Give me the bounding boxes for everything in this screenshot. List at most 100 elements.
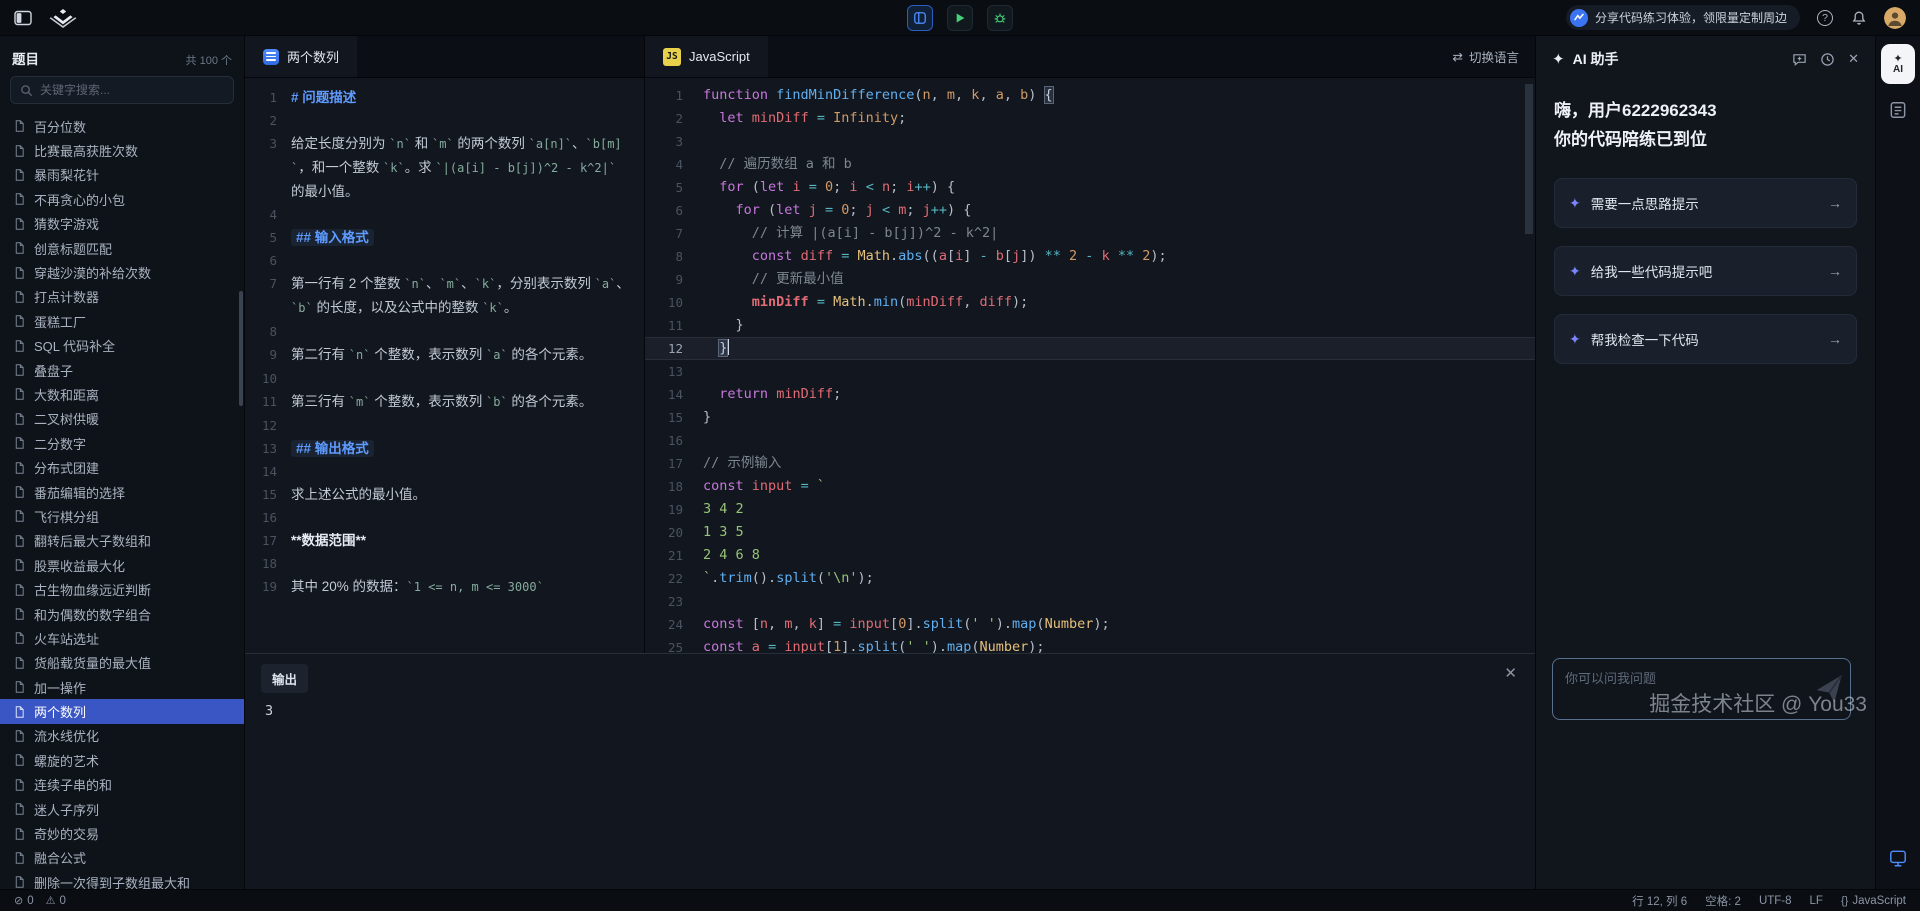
- sidebar-toggle-icon[interactable]: [14, 9, 32, 27]
- sidebar-item[interactable]: 二分数字: [0, 431, 244, 455]
- close-ai-icon[interactable]: ✕: [1848, 51, 1859, 67]
- code-line[interactable]: 212 4 6 8: [645, 544, 1535, 567]
- send-icon[interactable]: [1812, 671, 1848, 712]
- doc-line: 10: [245, 367, 644, 390]
- editor-scrollbar[interactable]: [1525, 84, 1533, 234]
- sidebar-item-label: 迷人子序列: [34, 800, 99, 819]
- sidebar-item[interactable]: 穿越沙漠的补给次数: [0, 260, 244, 284]
- code-line[interactable]: 3: [645, 130, 1535, 153]
- code-line[interactable]: 25const a = input[1].split(' ').map(Numb…: [645, 636, 1535, 653]
- problem-description[interactable]: 1# 问题描述23给定长度分别为 `n` 和 `m` 的两个数列 `a[n]`、…: [245, 78, 644, 653]
- ai-suggestion-card[interactable]: ✦需要一点思路提示→: [1554, 178, 1857, 228]
- code-line[interactable]: 23: [645, 590, 1535, 613]
- sidebar-item[interactable]: 大数和距离: [0, 382, 244, 406]
- sidebar-scrollbar[interactable]: [239, 291, 243, 406]
- tab-language[interactable]: JS JavaScript: [645, 36, 768, 77]
- history-icon[interactable]: [1820, 52, 1835, 67]
- ai-input-box[interactable]: [1552, 658, 1851, 720]
- code-line[interactable]: 1function findMinDifference(n, m, k, a, …: [645, 84, 1535, 107]
- sidebar-item[interactable]: 流水线优化: [0, 724, 244, 748]
- sidebar-item[interactable]: 飞行棋分组: [0, 504, 244, 528]
- code-line[interactable]: 7 // 计算 |(a[i] - b[j])^2 - k^2|: [645, 222, 1535, 245]
- code-editor[interactable]: 1function findMinDifference(n, m, k, a, …: [645, 78, 1535, 653]
- warnings-indicator[interactable]: ⚠ 0: [46, 894, 66, 907]
- sidebar-item[interactable]: 融合公式: [0, 846, 244, 870]
- sidebar-item[interactable]: 番茄编辑的选择: [0, 480, 244, 504]
- code-line[interactable]: 8 const diff = Math.abs((a[i] - b[j]) **…: [645, 245, 1535, 268]
- sidebar-item[interactable]: 古生物血缘远近判断: [0, 577, 244, 601]
- sidebar-item[interactable]: 叠盘子: [0, 358, 244, 382]
- sidebar-item[interactable]: 百分位数: [0, 114, 244, 138]
- code-line[interactable]: 11 }: [645, 314, 1535, 337]
- practice-record-icon[interactable]: [1888, 100, 1908, 125]
- debug-button[interactable]: [987, 5, 1013, 31]
- ai-suggestion-card[interactable]: ✦给我一些代码提示吧→: [1554, 246, 1857, 296]
- help-icon[interactable]: ?: [1816, 9, 1834, 27]
- code-line[interactable]: 22`.trim().split('\n');: [645, 567, 1535, 590]
- search-box[interactable]: [10, 76, 234, 104]
- code-line[interactable]: 13: [645, 360, 1535, 383]
- code-line[interactable]: 24const [n, m, k] = input[0].split(' ').…: [645, 613, 1535, 636]
- sidebar-item[interactable]: 暴雨梨花针: [0, 163, 244, 187]
- code-line[interactable]: 193 4 2: [645, 498, 1535, 521]
- code-line[interactable]: 4 // 遍历数组 a 和 b: [645, 153, 1535, 176]
- sidebar-item[interactable]: 和为偶数的数字组合: [0, 602, 244, 626]
- code-line[interactable]: 17// 示例输入: [645, 452, 1535, 475]
- code-line[interactable]: 15}: [645, 406, 1535, 429]
- code-line[interactable]: 12 }: [645, 337, 1535, 360]
- code-line[interactable]: 10 minDiff = Math.min(minDiff, diff);: [645, 291, 1535, 314]
- sidebar-item[interactable]: 猜数字游戏: [0, 212, 244, 236]
- sidebar-item[interactable]: 创意标题匹配: [0, 236, 244, 260]
- output-close-icon[interactable]: ✕: [1504, 664, 1517, 682]
- avatar[interactable]: [1884, 7, 1906, 29]
- search-input[interactable]: [40, 83, 224, 97]
- code-line[interactable]: 14 return minDiff;: [645, 383, 1535, 406]
- code-line[interactable]: 6 for (let j = 0; j < m; j++) {: [645, 199, 1535, 222]
- sidebar-item[interactable]: 两个数列: [0, 699, 244, 723]
- sidebar-item[interactable]: 删除一次得到子数组最大和: [0, 870, 244, 889]
- errors-count: 0: [27, 895, 33, 907]
- cursor-position[interactable]: 行 12, 列 6: [1632, 893, 1687, 909]
- promo-banner[interactable]: 分享代码练习体验，领限量定制周边: [1566, 5, 1800, 30]
- code-line[interactable]: 16: [645, 429, 1535, 452]
- feedback-icon[interactable]: [1888, 848, 1908, 873]
- sidebar-item[interactable]: 迷人子序列: [0, 797, 244, 821]
- code-line[interactable]: 9 // 更新最小值: [645, 268, 1535, 291]
- layout-button[interactable]: [907, 5, 933, 31]
- sidebar-item[interactable]: 加一操作: [0, 675, 244, 699]
- eol-setting[interactable]: LF: [1810, 895, 1823, 907]
- sidebar-item[interactable]: 打点计数器: [0, 285, 244, 309]
- sidebar-item[interactable]: 翻转后最大子数组和: [0, 529, 244, 553]
- ai-suggestion-card[interactable]: ✦帮我检查一下代码→: [1554, 314, 1857, 364]
- sidebar-item[interactable]: 二叉树供暖: [0, 407, 244, 431]
- code-line[interactable]: 5 for (let i = 0; i < n; i++) {: [645, 176, 1535, 199]
- ai-assistant-toggle[interactable]: ✦ AI: [1881, 44, 1915, 84]
- sidebar-item[interactable]: 不再贪心的小包: [0, 187, 244, 211]
- run-button[interactable]: [947, 5, 973, 31]
- errors-indicator[interactable]: ⊘ 0: [14, 894, 34, 907]
- code-line[interactable]: 201 3 5: [645, 521, 1535, 544]
- doc-line: 13## 输出格式: [245, 437, 644, 460]
- sidebar-item[interactable]: SQL 代码补全: [0, 334, 244, 358]
- encoding-setting[interactable]: UTF-8: [1759, 895, 1792, 907]
- tab-problem[interactable]: 两个数列: [245, 36, 357, 77]
- switch-language-button[interactable]: ⇄ 切换语言: [1437, 36, 1536, 77]
- sidebar-item[interactable]: 螺旋的艺术: [0, 748, 244, 772]
- sidebar-item[interactable]: 股票收益最大化: [0, 553, 244, 577]
- ai-question-input[interactable]: [1565, 668, 1806, 710]
- output-tab[interactable]: 输出: [261, 664, 308, 693]
- sidebar-item[interactable]: 连续子串的和: [0, 773, 244, 797]
- sidebar-item[interactable]: 分布式团建: [0, 455, 244, 479]
- juejin-logo-icon[interactable]: [46, 7, 80, 29]
- new-chat-icon[interactable]: [1792, 52, 1807, 67]
- code-line[interactable]: 18const input = `: [645, 475, 1535, 498]
- sidebar-item[interactable]: 蛋糕工厂: [0, 309, 244, 333]
- language-mode[interactable]: {} JavaScript: [1841, 895, 1906, 907]
- sidebar-item[interactable]: 奇妙的交易: [0, 821, 244, 845]
- sidebar-item[interactable]: 货船载货量的最大值: [0, 651, 244, 675]
- sidebar-item[interactable]: 比赛最高获胜次数: [0, 138, 244, 162]
- sidebar-item[interactable]: 火车站选址: [0, 626, 244, 650]
- notifications-icon[interactable]: [1850, 9, 1868, 27]
- indentation-setting[interactable]: 空格: 2: [1705, 893, 1741, 909]
- code-line[interactable]: 2 let minDiff = Infinity;: [645, 107, 1535, 130]
